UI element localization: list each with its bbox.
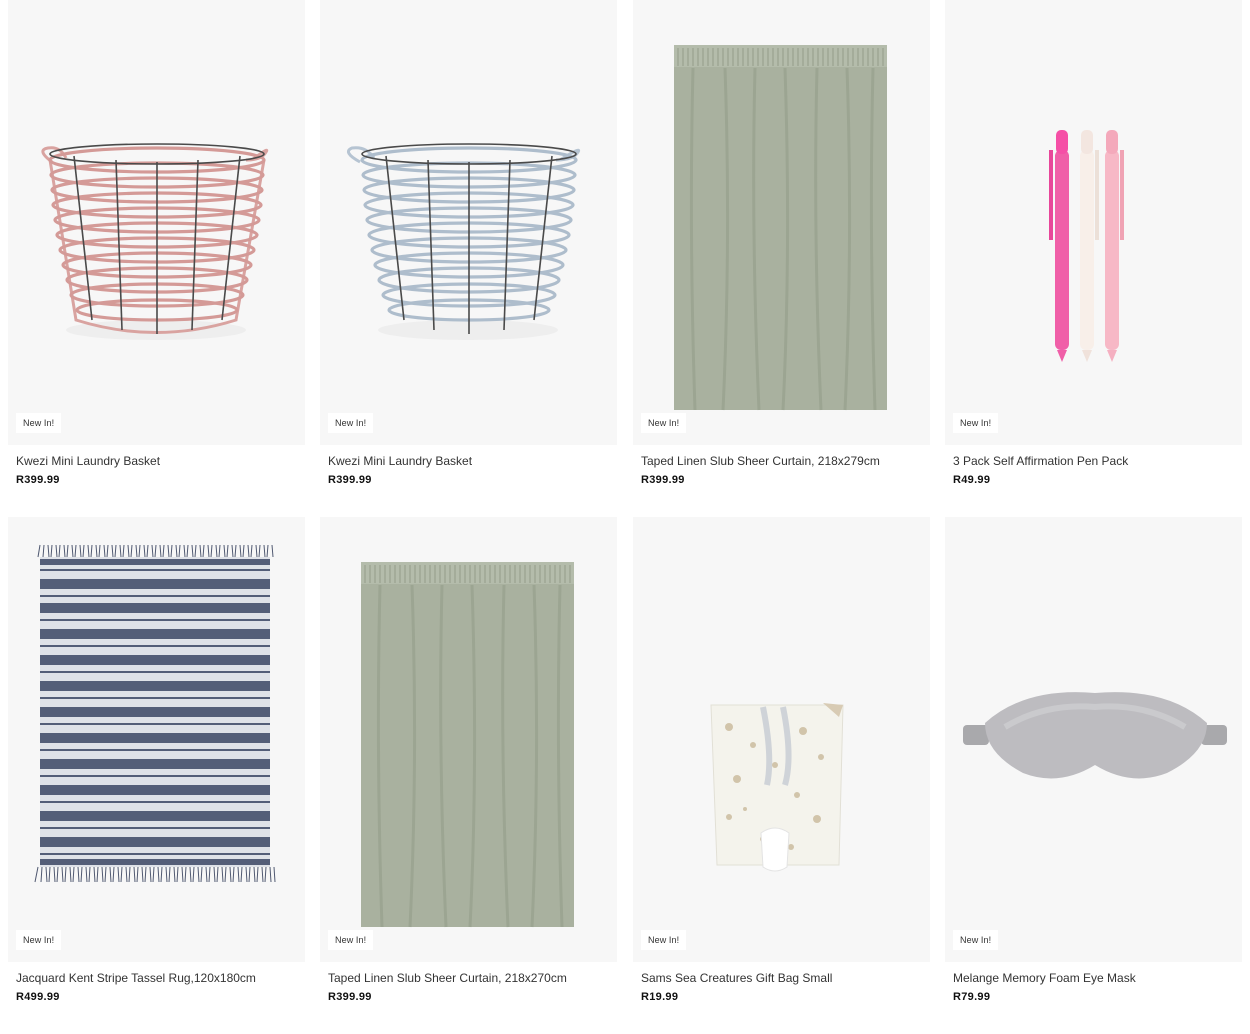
new-in-badge: New In!: [328, 930, 374, 950]
new-in-badge: New In!: [16, 413, 62, 433]
new-in-badge: New In!: [328, 413, 374, 433]
striped-rug-image: [8, 517, 305, 962]
product-title[interactable]: Kwezi Mini Laundry Basket: [16, 454, 305, 468]
laundry-basket-image: [8, 0, 305, 445]
product-price: R19.99: [641, 991, 679, 1003]
product-card[interactable]: New In! Kwezi Mini Laundry Basket R399.9…: [320, 0, 617, 487]
product-price: R49.99: [953, 474, 991, 486]
laundry-basket-image: [320, 0, 617, 445]
product-title[interactable]: Kwezi Mini Laundry Basket: [328, 454, 617, 468]
product-title[interactable]: Taped Linen Slub Sheer Curtain, 218x270c…: [328, 971, 617, 985]
product-image[interactable]: New In!: [945, 517, 1242, 962]
product-card[interactable]: New In! Kwezi Mini Laundry Basket R399.9…: [8, 0, 305, 487]
product-card[interactable]: New In! Taped Linen Slub Sheer Curtain, …: [633, 0, 930, 487]
product-price: R499.99: [16, 991, 60, 1003]
product-image[interactable]: New In!: [8, 517, 305, 962]
curtain-image: [633, 0, 930, 445]
product-title[interactable]: 3 Pack Self Affirmation Pen Pack: [953, 454, 1242, 468]
new-in-badge: New In!: [953, 930, 999, 950]
product-image[interactable]: New In!: [320, 517, 617, 962]
eye-mask-image: [945, 517, 1242, 962]
product-card[interactable]: New In! Taped Linen Slub Sheer Curtain, …: [320, 517, 617, 1004]
product-grid: New In! Kwezi Mini Laundry Basket R399.9…: [0, 0, 1250, 1034]
product-title[interactable]: Jacquard Kent Stripe Tassel Rug,120x180c…: [16, 971, 305, 985]
product-image[interactable]: New In!: [633, 0, 930, 445]
product-price: R79.99: [953, 991, 991, 1003]
product-card[interactable]: New In! Melange Memory Foam Eye Mask R79…: [945, 517, 1242, 1004]
product-image[interactable]: New In!: [633, 517, 930, 962]
product-card[interactable]: New In! Jacquard Kent Stripe Tassel Rug,…: [8, 517, 305, 1004]
product-card[interactable]: New In! 3 Pack Self Affirmation Pen Pack…: [945, 0, 1242, 487]
product-image[interactable]: New In!: [945, 0, 1242, 445]
product-card[interactable]: New In! Sams Sea Creatures Gift Bag Smal…: [633, 517, 930, 1004]
product-image[interactable]: New In!: [320, 0, 617, 445]
product-image[interactable]: New In!: [8, 0, 305, 445]
new-in-badge: New In!: [641, 930, 687, 950]
product-title[interactable]: Sams Sea Creatures Gift Bag Small: [641, 971, 930, 985]
product-price: R399.99: [328, 474, 372, 486]
gift-bag-image: [633, 517, 930, 962]
pen-pack-image: [945, 0, 1242, 445]
product-title[interactable]: Taped Linen Slub Sheer Curtain, 218x279c…: [641, 454, 930, 468]
product-price: R399.99: [641, 474, 685, 486]
product-title[interactable]: Melange Memory Foam Eye Mask: [953, 971, 1242, 985]
product-price: R399.99: [328, 991, 372, 1003]
curtain-image: [320, 517, 617, 962]
new-in-badge: New In!: [641, 413, 687, 433]
product-price: R399.99: [16, 474, 60, 486]
new-in-badge: New In!: [953, 413, 999, 433]
new-in-badge: New In!: [16, 930, 62, 950]
